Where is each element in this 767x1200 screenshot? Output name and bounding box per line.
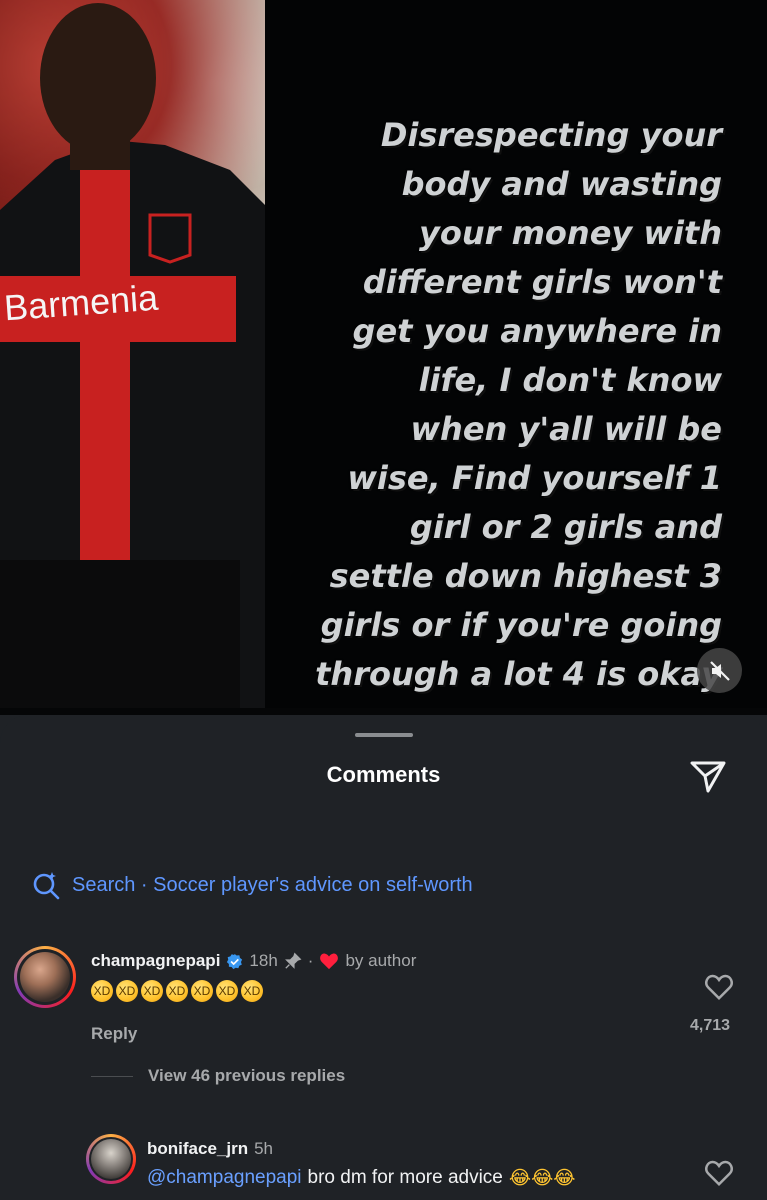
speaker-muted-icon — [709, 660, 730, 681]
sparkle-search-icon — [33, 872, 60, 900]
story-line: settle down highest 3 — [329, 557, 722, 595]
rofl-emoji: XD — [91, 980, 113, 1002]
rofl-emoji: XD — [216, 980, 238, 1002]
pin-icon — [284, 952, 302, 969]
comment-text: 🤣🤣🤣🤣🤣🤣🤣 XD XD XD XD XD XD XD — [91, 980, 263, 1002]
reply-message: bro dm for more advice — [307, 1167, 503, 1188]
reply-time: 5h — [254, 1139, 274, 1158]
story-line: through a lot 4 is okay — [315, 655, 722, 693]
mention-link[interactable]: @champagnepapi — [147, 1167, 302, 1189]
reply-username[interactable]: boniface_jrn — [147, 1139, 248, 1159]
like-heart-icon[interactable] — [704, 1158, 734, 1188]
reply-header: boniface_jrn 5h — [147, 1139, 273, 1159]
story-line: girls or if you're going — [320, 606, 722, 644]
replies-divider — [91, 1076, 133, 1077]
sheet-drag-handle[interactable] — [355, 733, 413, 737]
player-photo: Barmenia — [0, 0, 265, 708]
reply-button[interactable]: Reply — [91, 1024, 137, 1044]
reply-text: @champagnepapi bro dm for more advice 😂😂… — [147, 1167, 575, 1189]
story-line: different girls won't — [362, 263, 722, 301]
rofl-emoji: XD — [116, 980, 138, 1002]
story-line: wise, Find yourself 1 — [347, 459, 722, 497]
liked-by-author-label: by author — [345, 951, 417, 970]
rofl-emoji: XD — [191, 980, 213, 1002]
like-count: 4,713 — [690, 1017, 731, 1034]
rofl-emoji: XD — [241, 980, 263, 1002]
mute-button[interactable] — [697, 648, 742, 693]
reply-emojis: 😂😂😂 — [508, 1167, 576, 1189]
story-line: when y'all will be — [410, 410, 722, 448]
rofl-emoji: XD — [166, 980, 188, 1002]
story-media[interactable]: Barmenia Disrespecting your body and was… — [0, 0, 767, 715]
search-suggestion-label: Search · Soccer player's advice on self-… — [72, 874, 473, 896]
story-line: get you anywhere in — [352, 312, 722, 350]
story-line: body and wasting — [401, 165, 722, 203]
like-heart-icon[interactable] — [704, 972, 734, 1002]
paper-plane-icon[interactable] — [688, 756, 728, 796]
comment-header: champagnepapi 18h · by author — [91, 951, 417, 971]
search-suggestion[interactable]: Search · Soccer player's advice on self-… — [30, 868, 473, 902]
rofl-emoji: XD — [141, 980, 163, 1002]
story-line: your money with — [419, 214, 722, 252]
verified-badge-icon — [227, 953, 243, 969]
story-line: Disrespecting your — [380, 116, 722, 154]
story-line: life, I don't know — [418, 361, 722, 399]
avatar[interactable] — [86, 1134, 136, 1184]
player-figure — [0, 3, 265, 708]
sheet-title: Comments — [326, 762, 441, 787]
story-line: girl or 2 girls and — [409, 508, 722, 546]
avatar[interactable] — [14, 946, 76, 1008]
comment-username[interactable]: champagnepapi — [91, 951, 220, 971]
comment-time: 18h — [249, 951, 278, 970]
view-previous-replies[interactable]: View 46 previous replies — [148, 1066, 345, 1086]
liked-heart-icon — [320, 953, 339, 970]
